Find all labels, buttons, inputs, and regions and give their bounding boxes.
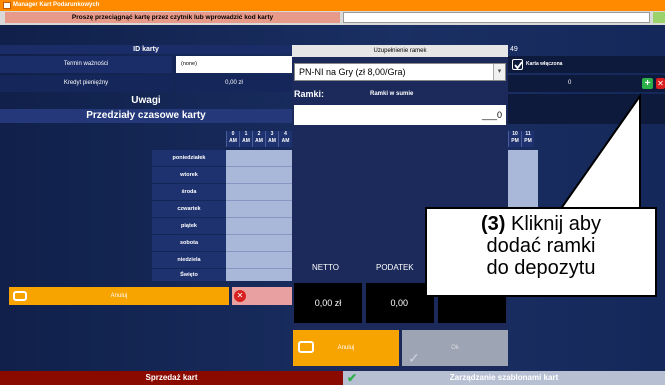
callout-line-3: do depozytu: [486, 257, 596, 279]
callout-pointer: [558, 92, 641, 211]
callout-box: (3) Kliknij aby dodać ramki do depozytu: [425, 207, 657, 297]
check-icon: ✔: [347, 371, 358, 385]
manage-templates-button[interactable]: ✔ Zarządzanie szablonami kart: [343, 371, 665, 385]
callout-line-1: (3) Kliknij aby: [480, 213, 602, 235]
manage-templates-label: Zarządzanie szablonami kart: [449, 373, 559, 382]
sell-cards-button[interactable]: Sprzedaż kart: [0, 371, 343, 385]
callout-line-2: dodać ramki: [486, 235, 596, 257]
